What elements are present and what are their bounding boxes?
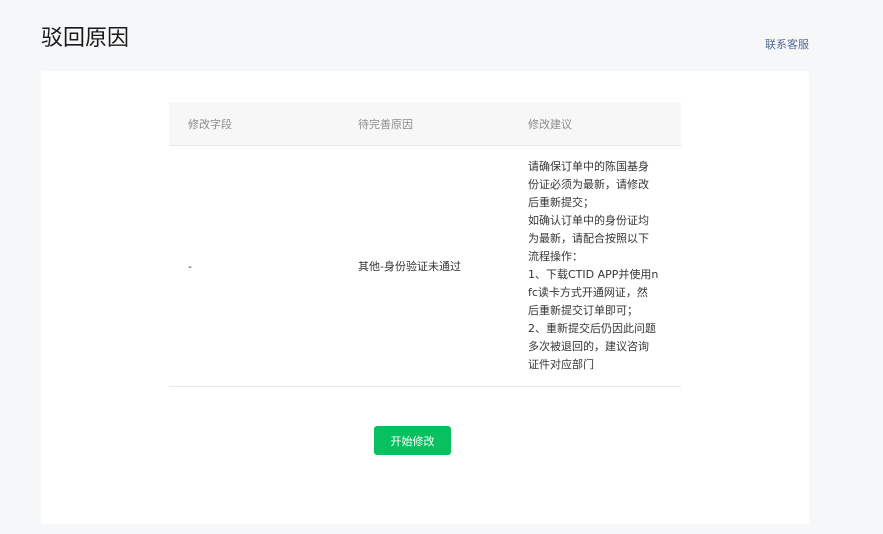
column-header-suggestion: 修改建议 — [528, 117, 572, 131]
suggestion-line: 2、重新提交后仍因此问题 — [528, 322, 656, 335]
page-title: 驳回原因 — [41, 26, 130, 51]
rejection-panel: 修改字段 待完善原因 修改建议 - 其他-身份验证未通过 请确保订单中的陈国基身… — [41, 71, 809, 524]
suggestion-line: 如确认订单中的身份证均 — [528, 214, 649, 227]
suggestion-line: 证件对应部门 — [528, 358, 594, 371]
column-header-field: 修改字段 — [188, 117, 232, 131]
suggestion-line: 多次被退回的，建议咨询 — [528, 340, 649, 353]
cell-suggestion: 请确保订单中的陈国基身 份证必须为最新，请修改 后重新提交； 如确认订单中的身份… — [509, 158, 681, 374]
table-row: - 其他-身份验证未通过 请确保订单中的陈国基身 份证必须为最新，请修改 后重新… — [169, 146, 681, 387]
suggestion-line: 1、下载CTID APP并使用n — [528, 268, 659, 281]
start-edit-button[interactable]: 开始修改 — [374, 426, 451, 455]
suggestion-line: 后重新提交订单即可； — [528, 304, 638, 317]
suggestion-line: 为最新，请配合按照以下 — [528, 232, 649, 245]
cell-reason: 其他-身份验证未通过 — [358, 260, 461, 273]
table-header: 修改字段 待完善原因 修改建议 — [169, 102, 681, 146]
rejection-table: 修改字段 待完善原因 修改建议 - 其他-身份验证未通过 请确保订单中的陈国基身… — [169, 102, 681, 387]
suggestion-line: fc读卡方式开通网证，然 — [528, 286, 648, 299]
column-header-reason: 待完善原因 — [358, 117, 413, 131]
suggestion-line: 请确保订单中的陈国基身 — [528, 160, 649, 173]
contact-support-link[interactable]: 联系客服 — [765, 36, 809, 52]
suggestion-line: 流程操作： — [528, 250, 583, 263]
suggestion-line: 后重新提交； — [528, 196, 594, 209]
cell-field: - — [188, 259, 192, 273]
suggestion-line: 份证必须为最新，请修改 — [528, 178, 649, 191]
